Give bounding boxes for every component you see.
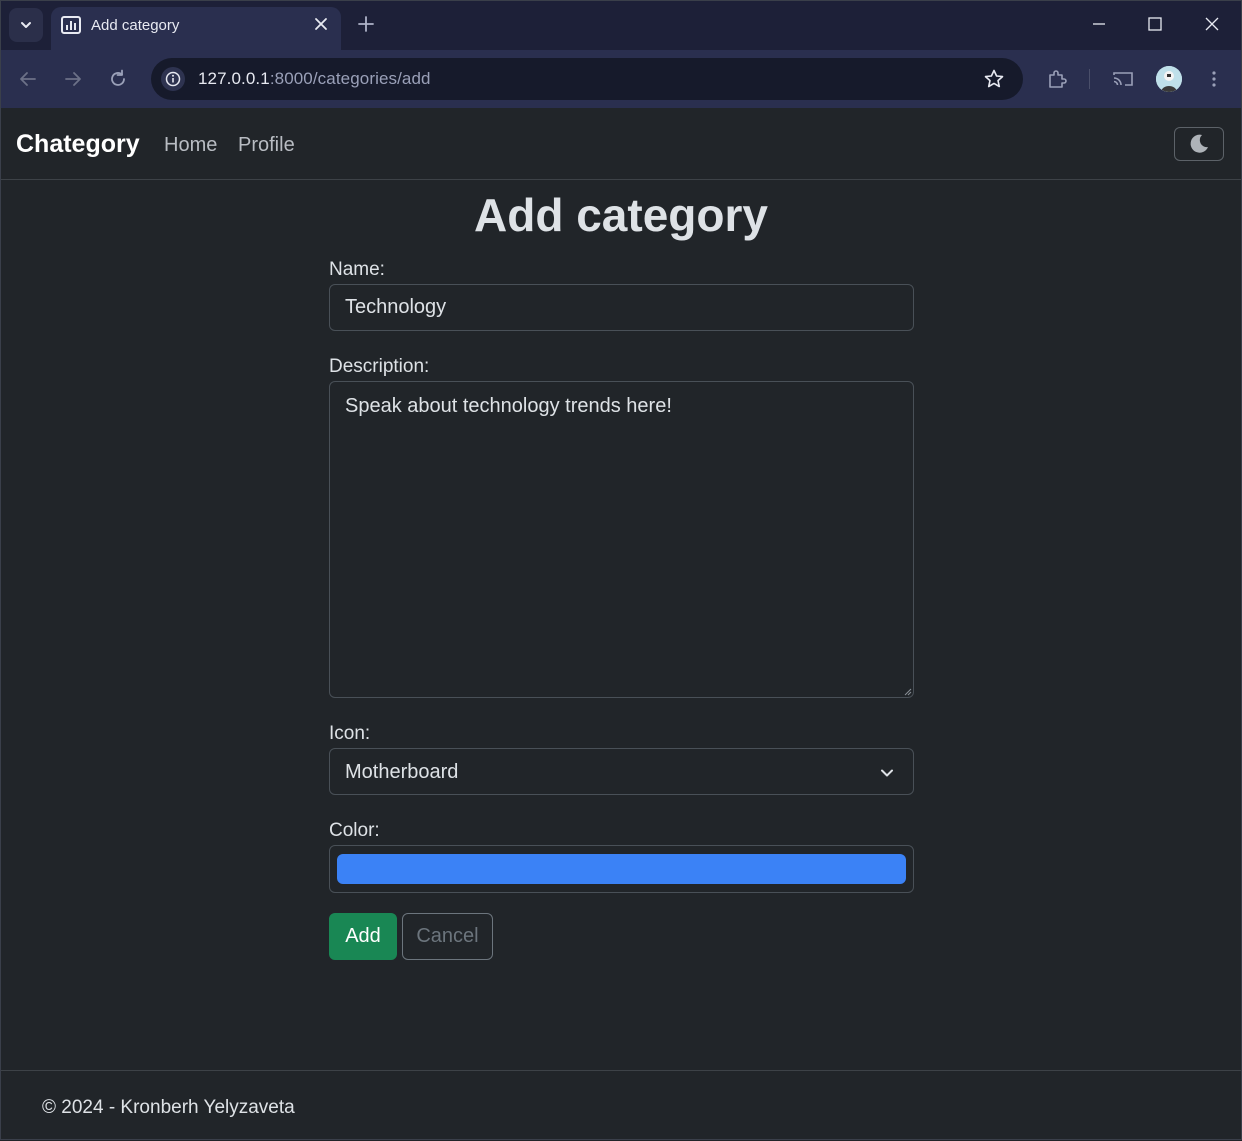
description-textarea[interactable]: Speak about technology trends here!	[329, 381, 914, 698]
name-input[interactable]	[329, 284, 914, 331]
description-label: Description:	[329, 356, 430, 377]
resize-handle-icon[interactable]	[903, 687, 912, 696]
extensions-icon[interactable]	[1045, 67, 1069, 91]
bookmark-star-icon[interactable]	[983, 68, 1005, 90]
info-icon	[165, 71, 181, 87]
address-bar[interactable]: 127.0.0.1:8000/categories/add	[151, 58, 1023, 100]
new-tab-icon[interactable]	[356, 14, 376, 34]
minimize-icon[interactable]	[1090, 15, 1108, 33]
reload-icon[interactable]	[107, 68, 129, 90]
back-arrow-icon[interactable]	[17, 68, 39, 90]
browser-tab[interactable]: Add category	[51, 7, 341, 50]
forward-arrow-icon[interactable]	[62, 68, 84, 90]
site-navbar: Chategory Home Profile	[0, 108, 1242, 180]
icon-select-value: Motherboard	[345, 761, 459, 783]
tab-search-button[interactable]	[9, 8, 43, 42]
chevron-down-icon	[881, 769, 893, 777]
url-text: 127.0.0.1:8000/categories/add	[198, 69, 431, 89]
site-info-button[interactable]	[161, 67, 185, 91]
theme-toggle-button[interactable]	[1174, 127, 1224, 161]
maximize-icon[interactable]	[1146, 15, 1164, 33]
cancel-button[interactable]: Cancel	[402, 913, 493, 960]
color-picker[interactable]	[329, 845, 914, 893]
moon-icon	[1190, 134, 1208, 153]
browser-toolbar: 127.0.0.1:8000/categories/add	[0, 50, 1242, 108]
brand-link[interactable]: Chategory	[16, 130, 140, 159]
page-footer: © 2024 - Kronberh Yelyzaveta	[0, 1070, 1242, 1141]
nav-link-profile[interactable]: Profile	[238, 134, 295, 157]
profile-avatar[interactable]	[1156, 66, 1182, 92]
icon-select[interactable]: Motherboard	[329, 748, 914, 795]
page-title: Add category	[474, 189, 768, 241]
url-host: 127.0.0.1	[198, 69, 270, 88]
url-path: :8000/categories/add	[269, 69, 431, 88]
add-button[interactable]: Add	[329, 913, 397, 960]
window-close-icon[interactable]	[1203, 15, 1221, 33]
icon-label: Icon:	[329, 723, 371, 744]
color-label: Color:	[329, 820, 380, 841]
chevron-down-icon	[21, 22, 31, 28]
name-label: Name:	[329, 259, 385, 280]
toolbar-separator	[1089, 69, 1090, 89]
nav-link-home[interactable]: Home	[164, 134, 217, 157]
more-menu-icon[interactable]	[1202, 67, 1226, 91]
footer-copyright: © 2024 - Kronberh Yelyzaveta	[42, 1097, 295, 1118]
browser-tab-bar: Add category	[0, 0, 1242, 50]
chart-icon	[61, 16, 81, 34]
tab-title: Add category	[91, 17, 180, 34]
avatar-icon	[1156, 66, 1182, 92]
color-swatch	[337, 854, 906, 884]
close-icon[interactable]	[313, 16, 329, 32]
cast-icon[interactable]	[1111, 67, 1135, 91]
